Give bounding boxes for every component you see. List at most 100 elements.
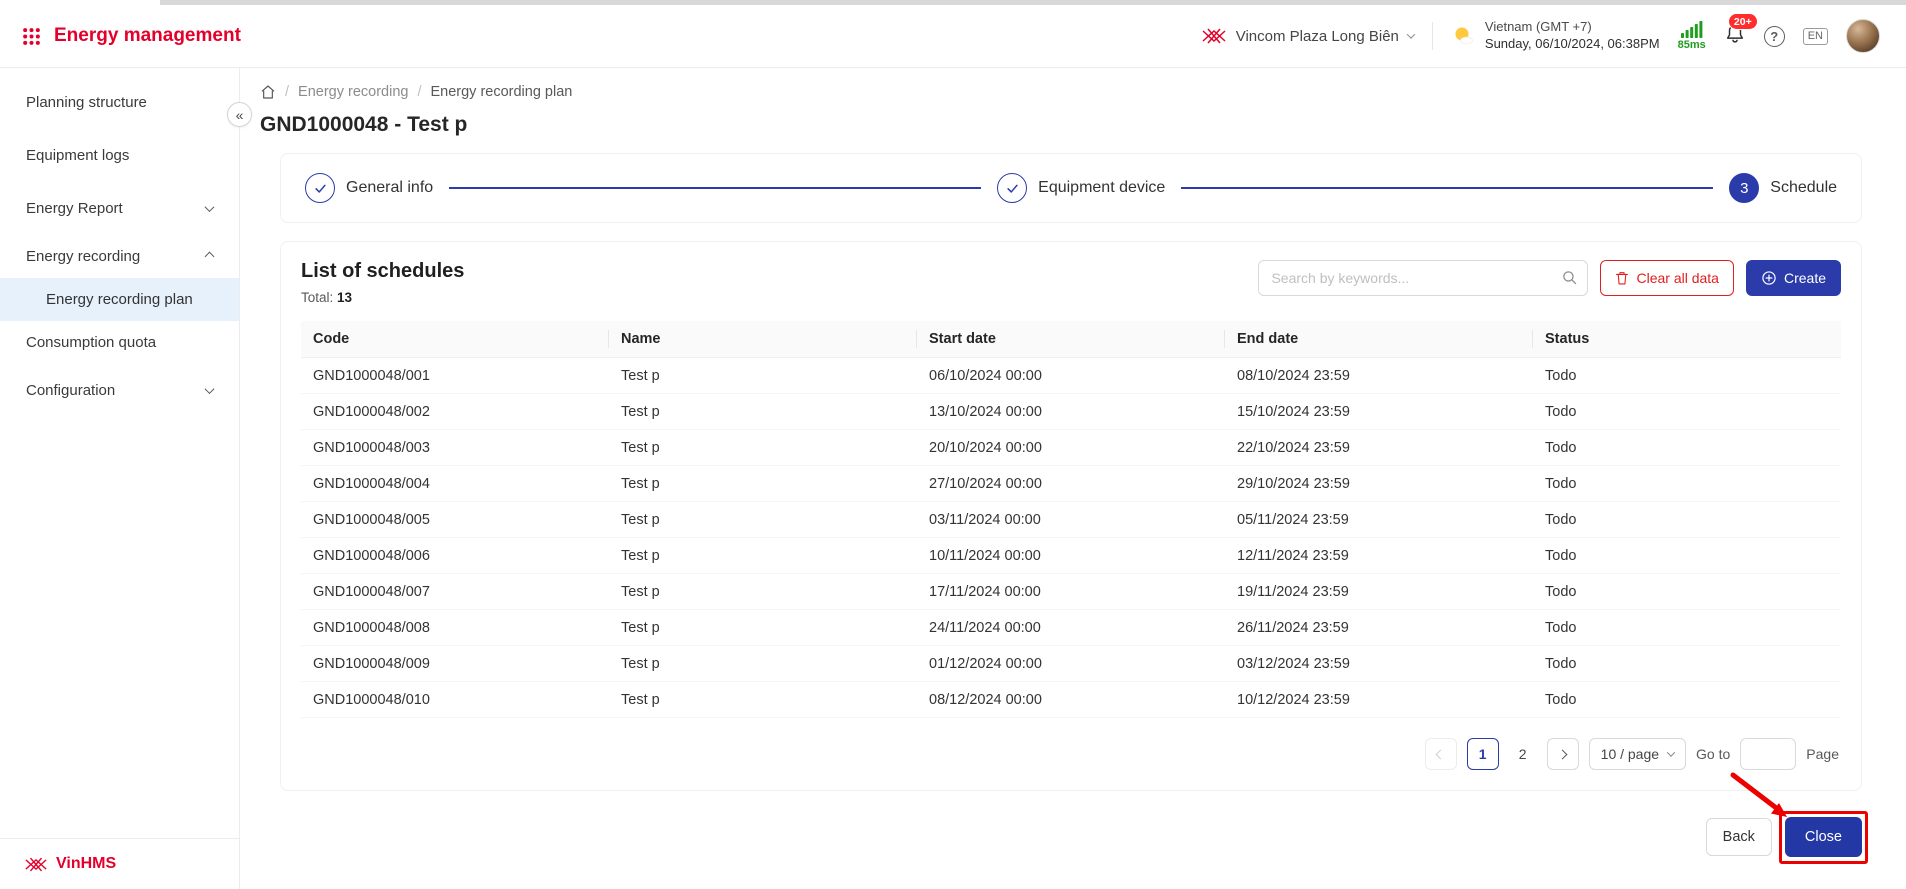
cell-start-date: 06/10/2024 00:00	[917, 357, 1225, 394]
sidebar-item-equipment-logs[interactable]: Equipment logs	[0, 129, 239, 182]
cell-end-date: 29/10/2024 23:59	[1225, 465, 1533, 502]
latency-label: 85ms	[1677, 39, 1706, 51]
cell-code: GND1000048/004	[301, 465, 609, 502]
cell-name: Test p	[609, 393, 917, 430]
back-button[interactable]: Back	[1705, 818, 1772, 856]
cell-end-date: 08/10/2024 23:59	[1225, 357, 1533, 394]
cell-start-date: 03/11/2024 00:00	[917, 501, 1225, 538]
sidebar-item-configuration[interactable]: Configuration	[0, 364, 239, 417]
datetime-label: Sunday, 06/10/2024, 06:38PM	[1484, 36, 1660, 51]
list-title: List of schedules	[301, 260, 465, 282]
goto-page-input[interactable]	[1740, 738, 1797, 770]
search-icon[interactable]	[1561, 269, 1578, 291]
cell-status: Todo	[1533, 501, 1841, 538]
pagination-page-1[interactable]: 1	[1466, 738, 1499, 770]
cell-name: Test p	[609, 429, 917, 466]
sidebar-item-planning-structure[interactable]: Planning structure	[0, 76, 239, 129]
app-title: Energy management	[54, 25, 241, 46]
breadcrumb-separator: /	[417, 84, 422, 100]
vincom-logo-icon	[1201, 27, 1227, 45]
pagination-page-2[interactable]: 2	[1509, 738, 1537, 770]
column-name: Name	[609, 321, 917, 358]
sidebar-item-consumption-quota[interactable]: Consumption quota	[0, 321, 239, 364]
step-check-icon	[997, 173, 1028, 203]
column-end-date: End date	[1225, 321, 1533, 358]
cell-name: Test p	[609, 357, 917, 394]
cell-status: Todo	[1533, 357, 1841, 394]
cell-code: GND1000048/001	[301, 357, 609, 394]
cell-name: Test p	[609, 573, 917, 610]
schedules-table: Code Name Start date End date Status GND…	[301, 321, 1841, 718]
cell-status: Todo	[1533, 573, 1841, 610]
create-button[interactable]: Create	[1745, 260, 1841, 296]
page-title: GND1000048 - Test p	[260, 113, 468, 136]
step-general-info[interactable]: General info	[305, 173, 433, 203]
wizard-footer: Back Close	[280, 772, 1868, 864]
user-avatar[interactable]	[1846, 19, 1880, 53]
schedule-table-body: GND1000048/001 Test p 06/10/2024 00:00 0…	[301, 357, 1841, 718]
total-count: Total: 13	[301, 290, 353, 305]
cell-name: Test p	[609, 681, 917, 718]
sidebar-item-energy-recording[interactable]: Energy recording	[0, 235, 239, 278]
signal-bars-icon	[1680, 21, 1703, 38]
cell-end-date: 03/12/2024 23:59	[1225, 645, 1533, 682]
help-button[interactable]: ?	[1763, 25, 1785, 47]
notifications-button[interactable]: 20+	[1724, 13, 1758, 50]
page-size-select[interactable]: 10 / page	[1588, 738, 1687, 770]
cell-code: GND1000048/008	[301, 609, 609, 646]
breadcrumb: / Energy recording / Energy recording pl…	[260, 84, 1862, 100]
clear-all-data-button[interactable]: Clear all data	[1600, 260, 1734, 296]
cell-start-date: 08/12/2024 00:00	[917, 681, 1225, 718]
column-start-date: Start date	[917, 321, 1225, 358]
brand-name: VinHMS	[56, 855, 117, 872]
chevron-down-icon	[1406, 30, 1416, 39]
pagination: 1 2 10 / page Go to Page	[301, 734, 1841, 778]
cell-end-date: 26/11/2024 23:59	[1225, 609, 1533, 646]
sidebar: Planning structure Equipment logs Energy…	[0, 68, 240, 889]
sidebar-nav: Planning structure Equipment logs Energy…	[0, 76, 239, 417]
cell-status: Todo	[1533, 681, 1841, 718]
language-selector[interactable]: EN	[1802, 27, 1828, 45]
datetime-widget[interactable]: Vietnam (GMT +7) Sunday, 06/10/2024, 06:…	[1451, 19, 1660, 53]
pagination-next-button[interactable]	[1546, 738, 1579, 770]
pagination-prev-button[interactable]	[1424, 738, 1457, 770]
step-schedule[interactable]: 3 Schedule	[1729, 173, 1837, 203]
table-row: GND1000048/006 Test p 10/11/2024 00:00 1…	[301, 537, 1841, 574]
breadcrumb-energy-recording-plan[interactable]: Energy recording plan	[430, 84, 572, 100]
cell-name: Test p	[609, 609, 917, 646]
cell-code: GND1000048/005	[301, 501, 609, 538]
cell-start-date: 20/10/2024 00:00	[917, 429, 1225, 466]
cell-end-date: 12/11/2024 23:59	[1225, 537, 1533, 574]
sidebar-item-energy-recording-plan[interactable]: Energy recording plan	[0, 278, 239, 321]
cell-code: GND1000048/002	[301, 393, 609, 430]
home-icon[interactable]	[260, 84, 276, 100]
table-row: GND1000048/010 Test p 08/12/2024 00:00 1…	[301, 681, 1841, 718]
sidebar-collapse-button[interactable]: «	[227, 102, 252, 127]
step-number: 3	[1729, 173, 1760, 203]
chevron-right-icon	[1557, 749, 1568, 759]
total-value: 13	[337, 290, 353, 305]
column-status: Status	[1533, 321, 1841, 358]
site-selector[interactable]: Vincom Plaza Long Biên	[1201, 27, 1416, 45]
breadcrumb-energy-recording[interactable]: Energy recording	[298, 84, 408, 100]
app-grid-icon[interactable]	[22, 27, 41, 46]
search-box	[1258, 260, 1589, 296]
cell-code: GND1000048/003	[301, 429, 609, 466]
table-row: GND1000048/009 Test p 01/12/2024 00:00 0…	[301, 645, 1841, 682]
sidebar-item-energy-report[interactable]: Energy Report	[0, 182, 239, 235]
cell-start-date: 13/10/2024 00:00	[917, 393, 1225, 430]
cell-name: Test p	[609, 645, 917, 682]
close-button[interactable]: Close	[1784, 817, 1862, 857]
cell-status: Todo	[1533, 465, 1841, 502]
cell-code: GND1000048/006	[301, 537, 609, 574]
search-input[interactable]	[1258, 260, 1589, 296]
step-equipment-device[interactable]: Equipment device	[997, 173, 1165, 203]
table-row: GND1000048/001 Test p 06/10/2024 00:00 0…	[301, 357, 1841, 394]
table-header-row: Code Name Start date End date Status	[301, 321, 1841, 358]
schedules-card: List of schedules Total: 13 Search by ke…	[280, 241, 1862, 791]
cell-status: Todo	[1533, 393, 1841, 430]
network-status: 85ms	[1678, 21, 1706, 51]
cell-status: Todo	[1533, 609, 1841, 646]
chevron-down-icon	[204, 384, 215, 395]
cell-status: Todo	[1533, 537, 1841, 574]
